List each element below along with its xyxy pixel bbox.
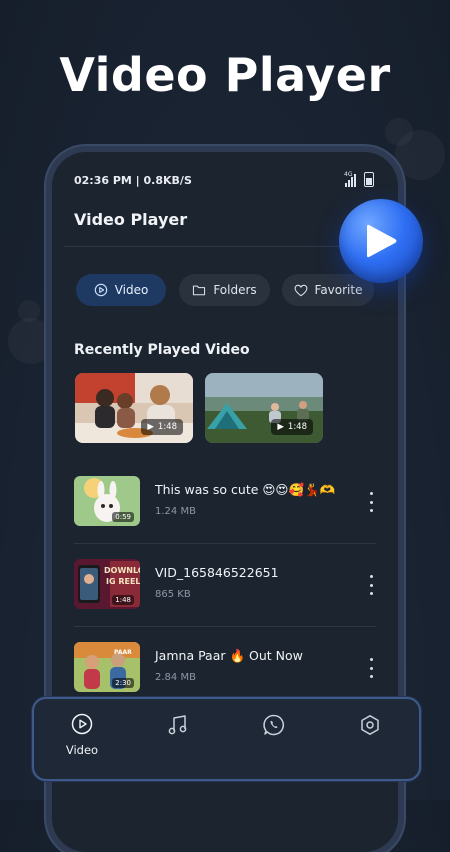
decor-bubble [8,318,54,364]
divider [74,543,376,544]
status-icons: 4G [344,171,374,187]
status-time-speed: 02:36 PM | 0.8KB/S [74,174,192,187]
recent-video-card[interactable]: ▶ 1:48 [75,373,193,443]
list-item[interactable]: 0:59 This was so cute 😍😍🥰💃🫶 1.24 MB [74,476,376,530]
duration-badge: ▶ 1:48 [271,419,313,435]
network-type-label: 4G [344,171,353,178]
duration-badge: ▶ 1:48 [141,419,183,435]
more-options-icon[interactable] [366,658,376,678]
duration-label: 0:59 [112,512,134,522]
tab-video[interactable]: Video [76,274,166,306]
divider [64,246,386,247]
video-title: VID_165846522651 [155,565,279,580]
app-logo-play-icon [339,199,423,283]
nav-item-whatsapp[interactable] [244,713,304,741]
video-title: This was so cute 😍😍🥰💃🫶 [155,482,336,497]
play-icon: ▶ [147,422,154,432]
decor-bubble [385,118,413,146]
divider [74,626,376,627]
more-options-icon[interactable] [366,575,376,595]
tab-favorite[interactable]: Favorite [282,274,374,306]
tab-folders[interactable]: Folders [179,274,270,306]
nav-item-video[interactable]: Video [52,713,112,757]
list-item[interactable]: DOWNLOA IG REEL 1:48 VID_165846522651 86… [74,559,376,613]
heart-icon [294,284,307,296]
video-thumbnail: 0:59 [74,476,140,526]
duration-label: 1:48 [157,422,177,432]
video-size: 1.24 MB [155,506,196,517]
nav-label: Video [65,743,99,757]
video-size: 2.84 MB [155,672,196,683]
svg-text:DOWNLOA: DOWNLOA [104,566,140,575]
svg-text:IG REEL: IG REEL [106,577,140,586]
battery-icon [364,172,374,187]
recent-video-card[interactable]: ▶ 1:48 [205,373,323,443]
section-title: Recently Played Video [74,342,250,358]
duration-label: 1:48 [287,422,307,432]
play-icon: ▶ [277,422,284,432]
more-options-icon[interactable] [366,492,376,512]
signal-icon: 4G [344,171,356,187]
list-item[interactable]: PAAR 2:30 Jamna Paar 🔥 Out Now 2.84 MB [74,642,376,696]
video-thumbnail: PAAR 2:30 [74,642,140,692]
svg-text:PAAR: PAAR [114,649,132,656]
play-circle-icon [71,713,93,735]
decor-bubble [18,300,40,322]
music-icon [168,715,187,735]
nav-item-music[interactable] [148,713,208,741]
tab-label: Video [114,283,149,297]
promo-headline: Video Player [59,48,391,102]
settings-icon [361,715,379,735]
nav-item-settings[interactable] [340,713,400,741]
tab-label: Favorite [314,283,363,297]
app-title: Video Player [74,210,188,229]
duration-label: 2:30 [112,678,134,688]
whatsapp-icon [263,714,285,736]
video-size: 865 KB [155,589,191,600]
bottom-navigation: Video [32,697,421,781]
video-thumbnail: DOWNLOA IG REEL 1:48 [74,559,140,609]
video-title: Jamna Paar 🔥 Out Now [155,648,303,663]
play-circle-icon [94,283,107,297]
tab-label: Folders [213,283,257,297]
folder-icon [193,285,206,296]
duration-label: 1:48 [112,595,134,605]
